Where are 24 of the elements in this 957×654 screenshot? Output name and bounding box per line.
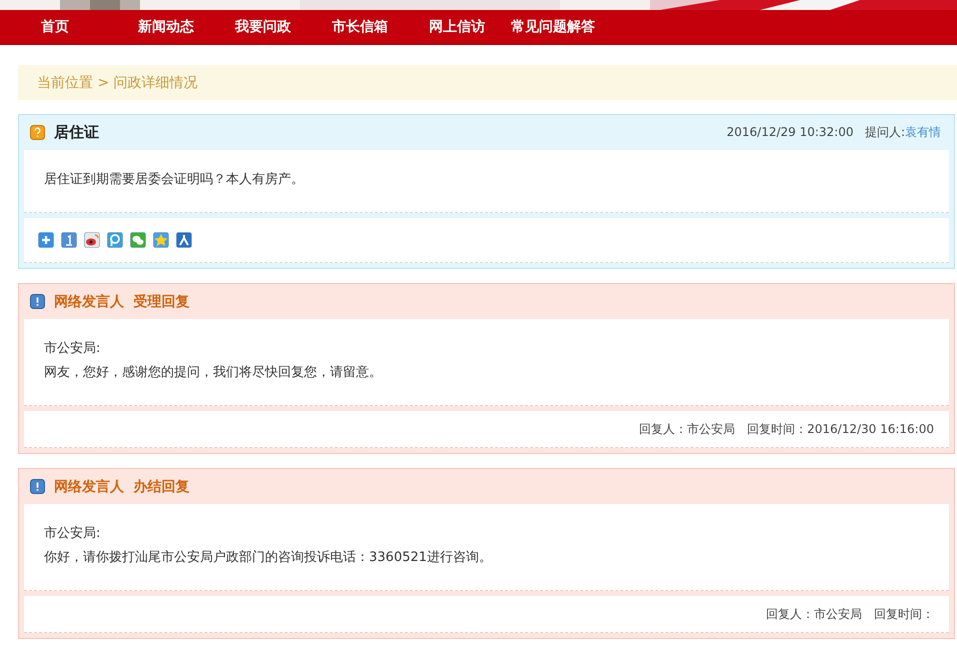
- nav-link[interactable]: 我要问政: [212, 18, 309, 36]
- share-icon[interactable]: [84, 232, 100, 248]
- nav-link[interactable]: 网上信访: [406, 18, 503, 36]
- reply-time: 回复时间：2016/12/30 16:16:00: [747, 420, 934, 438]
- exclamation-icon: [30, 479, 45, 494]
- nav-link[interactable]: 市长信箱: [309, 18, 406, 36]
- nav-link[interactable]: 新闻动态: [115, 18, 212, 36]
- question-mark-icon: [30, 125, 45, 140]
- reply-title: 网络发言人 办结回复: [54, 478, 190, 496]
- reply-department: 市公安局:: [44, 340, 102, 358]
- breadcrumb: 当前位置 > 问政详细情况: [37, 74, 198, 92]
- reply-text: 你好，请你拨打汕尾市公安局户政部门的咨询投诉电话：3360521进行咨询。: [44, 549, 493, 567]
- question-text: 居住证到期需要居委会证明吗？本人有房产。: [44, 171, 305, 189]
- nav-link[interactable]: 首页: [18, 18, 115, 36]
- question-meta: 2016/12/29 10:32:00 提问人:袁有情: [726, 124, 941, 141]
- reply-title: 网络发言人 受理回复: [54, 292, 190, 310]
- reply-department: 市公安局:: [44, 525, 102, 543]
- reply-text: 网友，您好，感谢您的提问，我们将尽快回复您，请留意。: [44, 364, 383, 382]
- question-title: 居住证: [54, 123, 99, 142]
- exclamation-icon: [30, 294, 45, 309]
- nav-link[interactable]: 常见问题解答: [503, 18, 595, 36]
- replier: 回复人：市公安局: [639, 420, 736, 438]
- reply-time: 回复时间：: [874, 606, 934, 622]
- replier: 回复人：市公安局: [766, 606, 862, 622]
